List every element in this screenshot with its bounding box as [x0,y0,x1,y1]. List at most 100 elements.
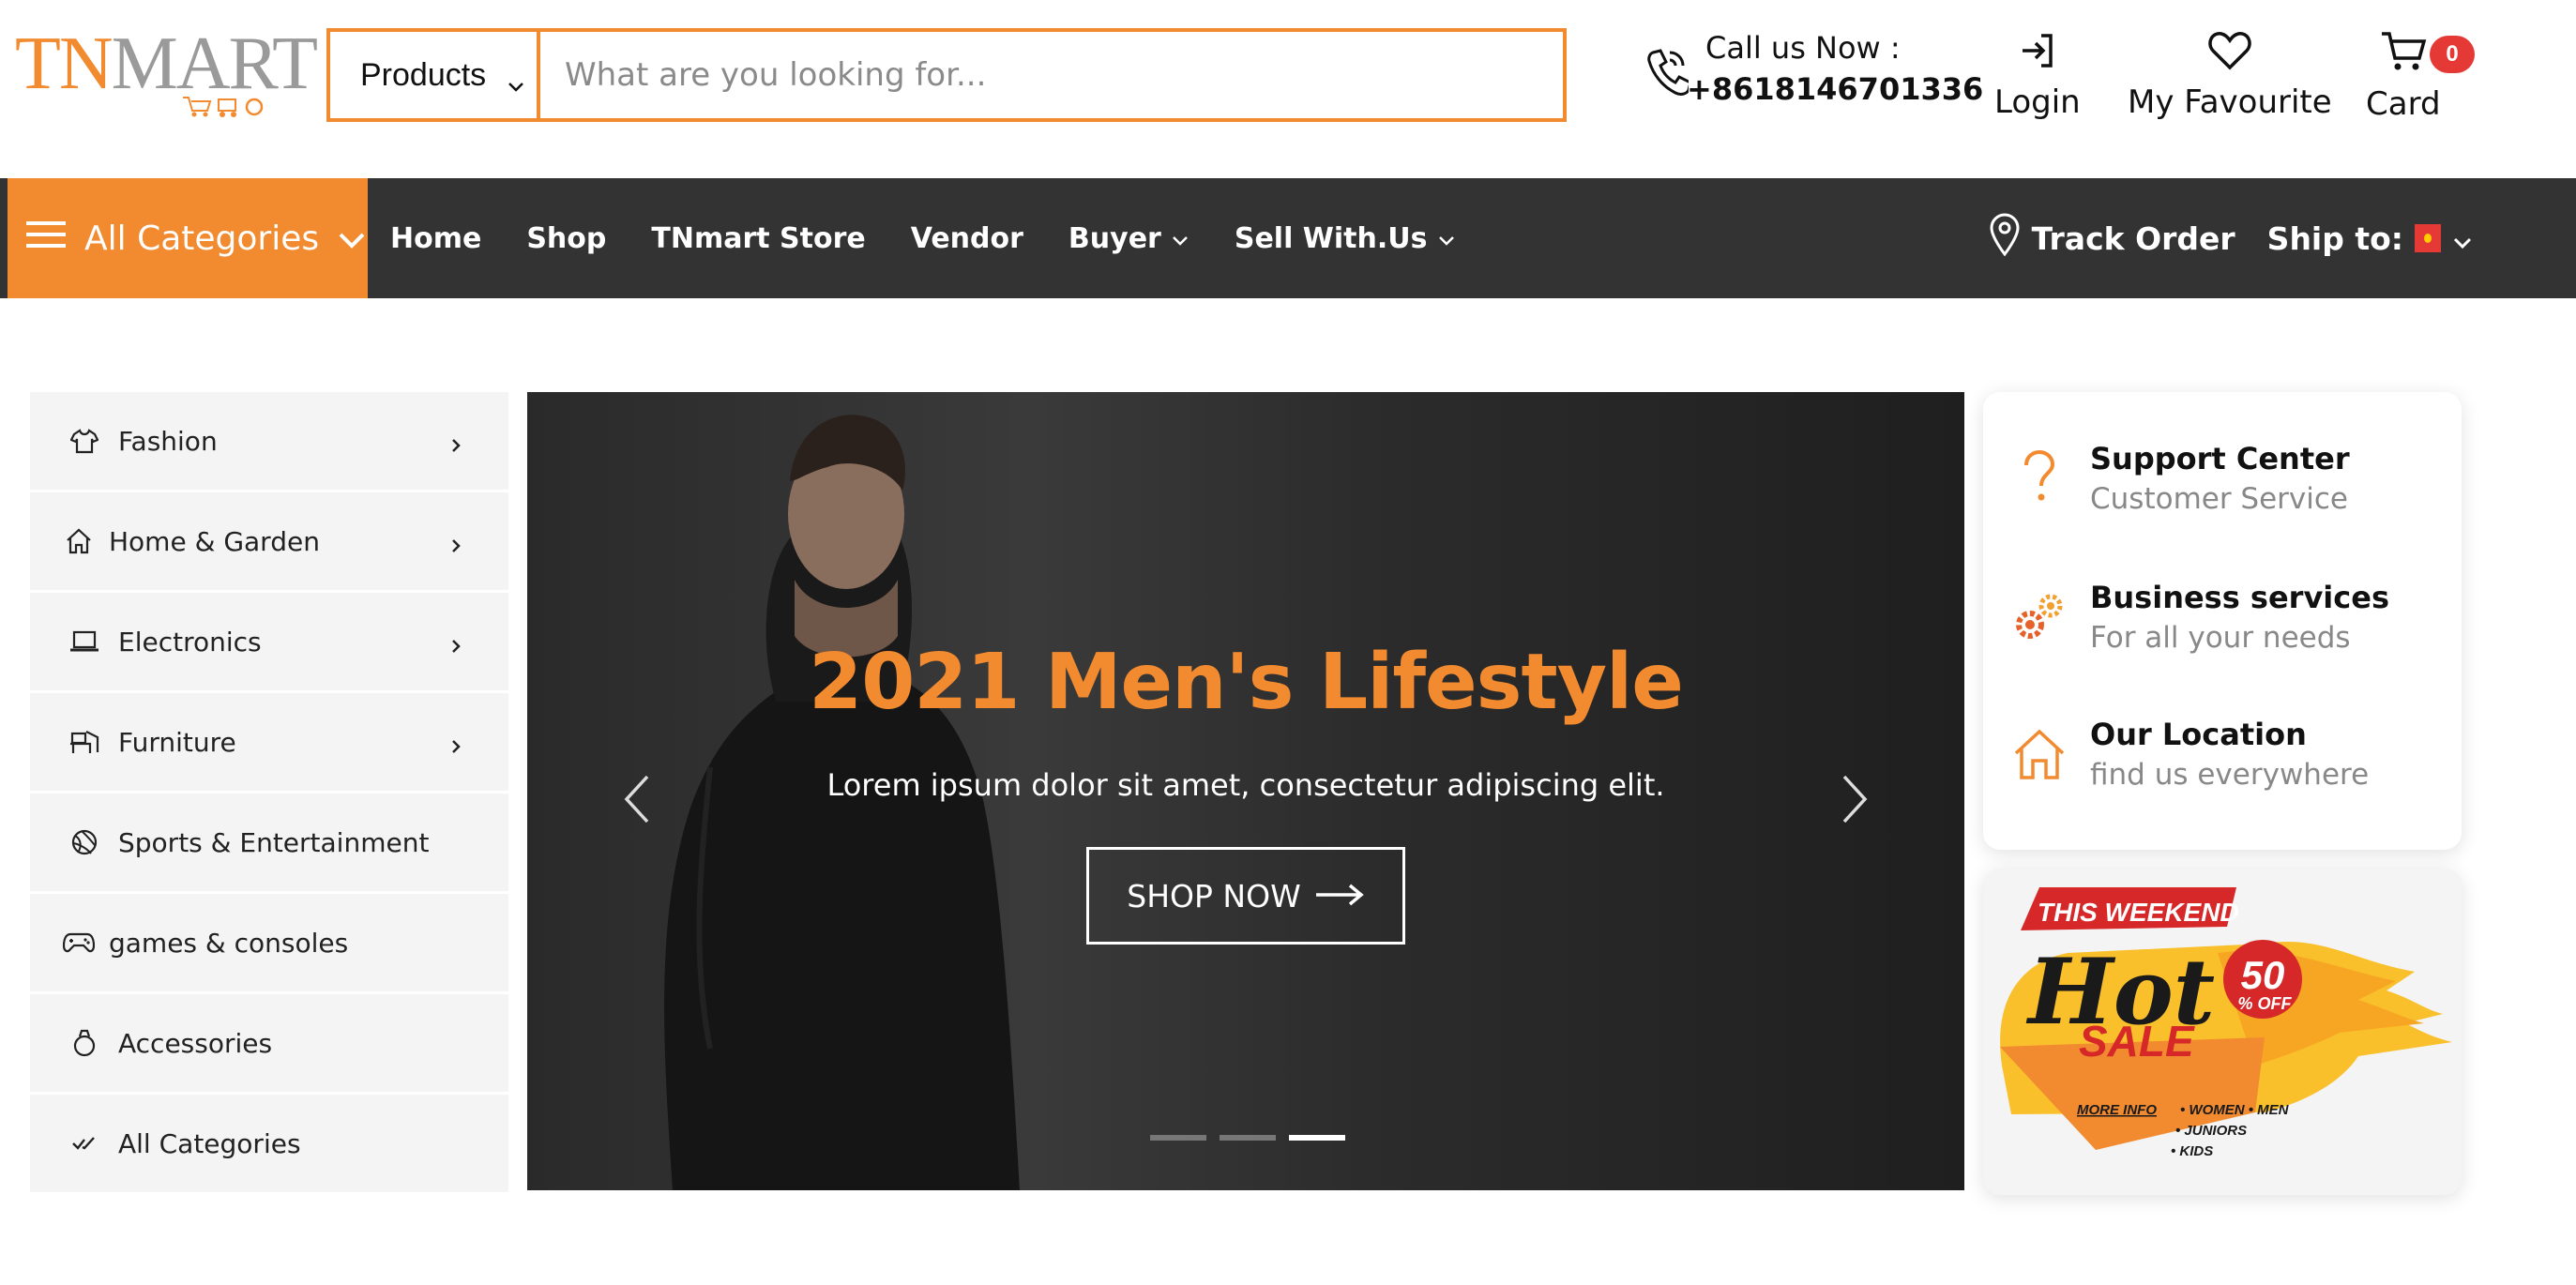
slider-indicators [1150,1135,1345,1141]
location-pin-icon [1989,213,2021,264]
service-subtitle: For all your needs [2090,621,2351,655]
chevron-right-icon [450,530,462,561]
chevron-right-icon [450,630,462,661]
slider-dot-active[interactable] [1289,1135,1345,1141]
promo-bullet: • KIDS [2171,1143,2213,1159]
sidebar-item-label: Sports & Entertainment [118,826,430,858]
question-icon [2011,450,2068,506]
cart-count-badge: 0 [2430,36,2475,73]
hero-slider: 2021 Men's Lifestyle Lorem ipsum dolor s… [527,392,1964,1190]
favourite-label: My Favourite [2128,83,2332,121]
sidebar-item-home-garden[interactable]: Home & Garden [30,492,508,593]
call-text: Call us Now : +8618146701336 [1644,30,1983,107]
nav-right: Track Order Ship to: [1989,178,2473,298]
ship-to-selector[interactable]: Ship to: [2267,220,2473,257]
shop-now-button[interactable]: SHOP NOW [1086,847,1405,945]
track-order-link[interactable]: Track Order [1989,213,2235,264]
promo-discount-suffix: % OFF [2238,994,2293,1013]
main-nav: All Categories Home Shop TNmart Store Ve… [0,178,2576,298]
phone-icon [1644,47,1692,100]
nav-item-shop[interactable]: Shop [526,222,606,255]
login-button[interactable]: Login [1994,30,2081,121]
shop-now-label: SHOP NOW [1127,877,1301,915]
chevron-down-icon [1171,222,1190,255]
login-icon [2017,30,2058,76]
home-icon [62,524,96,558]
promo-banner-text: THIS WEEKEND [2038,898,2239,927]
hero-title: 2021 Men's Lifestyle [809,638,1684,727]
home-outline-icon [2011,726,2068,782]
check-icon [68,1126,101,1160]
sidebar-item-label: Accessories [118,1027,273,1059]
slider-next-button[interactable] [1827,763,1884,839]
nav-item-home[interactable]: Home [390,222,481,255]
nav-links: Home Shop TNmart Store Vendor Buyer Sell… [390,178,1501,298]
service-title: Business services [2090,580,2389,615]
slider-dot[interactable] [1220,1135,1276,1141]
service-subtitle: Customer Service [2090,482,2349,516]
promo-bullet: • WOMEN • MEN [2180,1102,2290,1118]
cart-icon [2380,30,2427,78]
chevron-down-icon [2452,220,2473,257]
ball-icon [68,825,101,859]
service-support-center[interactable]: Support Center Customer Service [2011,441,2350,516]
nav-item-tnmart-store[interactable]: TNmart Store [651,222,865,255]
promo-bullet: • JUNIORS [2175,1123,2247,1139]
search-category-value: Products [360,56,487,93]
sidebar-item-all-categories[interactable]: All Categories [30,1095,508,1195]
search-input[interactable]: What are you looking for... [540,28,1567,122]
hot-sale-graphic: THIS WEEKEND Hot SALE 50 % OFF MORE INFO… [2000,887,2452,1159]
category-sidebar: Fashion Home & Garden Electronics Furnit… [30,392,508,1195]
logo-text: TNMART [15,23,318,105]
slider-dot[interactable] [1150,1135,1206,1141]
hot-sale-promo[interactable]: THIS WEEKEND Hot SALE 50 % OFF MORE INFO… [1983,869,2462,1195]
nav-item-vendor[interactable]: Vendor [911,222,1023,255]
chevron-right-icon [450,430,462,461]
sidebar-item-electronics[interactable]: Electronics [30,593,508,693]
call-us[interactable]: Call us Now : +8618146701336 [1644,30,1983,107]
track-order-label: Track Order [2031,219,2235,257]
promo-discount: 50 [2241,953,2285,997]
login-label: Login [1994,83,2081,121]
ring-icon [68,1026,101,1060]
shirt-icon [68,424,101,458]
sidebar-item-label: All Categories [118,1127,301,1159]
chevron-down-icon [507,66,525,102]
arrow-right-icon [1314,878,1365,915]
slider-prev-button[interactable] [608,763,664,839]
service-business[interactable]: Business services For all your needs [2011,580,2389,655]
nav-item-sell-with-us[interactable]: Sell With.Us [1235,222,1456,255]
site-header: TNMART Products What are you looking for… [0,0,2576,178]
hero-subtitle: Lorem ipsum dolor sit amet, consectetur … [826,767,1665,803]
sidebar-item-furniture[interactable]: Furniture [30,693,508,794]
all-categories-button[interactable]: All Categories [8,178,368,298]
service-title: Our Location [2090,717,2307,752]
nav-item-label: Home [390,221,482,255]
call-number: +8618146701336 [1687,71,1984,107]
nav-item-label: Shop [526,221,607,255]
favourite-button[interactable]: My Favourite [2128,30,2332,121]
call-label: Call us Now : [1705,30,1901,66]
chevron-left-icon [621,773,651,830]
sidebar-item-label: Fashion [118,425,218,457]
promo-sale-text: SALE [2079,1017,2195,1066]
sidebar-item-accessories[interactable]: Accessories [30,994,508,1095]
gears-icon [2011,589,2068,645]
services-panel: Support Center Customer Service Business… [1983,392,2462,850]
chevron-right-icon [1841,773,1871,830]
sidebar-item-sports[interactable]: Sports & Entertainment [30,794,508,894]
search-category-select[interactable]: Products [326,28,540,122]
sidebar-item-fashion[interactable]: Fashion [30,392,508,492]
nav-item-label: Sell With.Us [1234,221,1428,255]
logo[interactable]: TNMART [15,23,318,120]
chevron-down-icon [338,219,366,258]
cart-button[interactable]: Card 0 [2366,30,2475,123]
service-location[interactable]: Our Location find us everywhere [2011,717,2369,792]
heart-icon [2208,30,2251,76]
logo-emblem-icon [179,92,269,120]
sidebar-item-label: Electronics [118,626,262,658]
service-subtitle: find us everywhere [2090,758,2370,792]
sidebar-item-games[interactable]: games & consoles [30,894,508,994]
cart-label: Card [2366,85,2441,123]
nav-item-buyer[interactable]: Buyer [1068,222,1190,255]
